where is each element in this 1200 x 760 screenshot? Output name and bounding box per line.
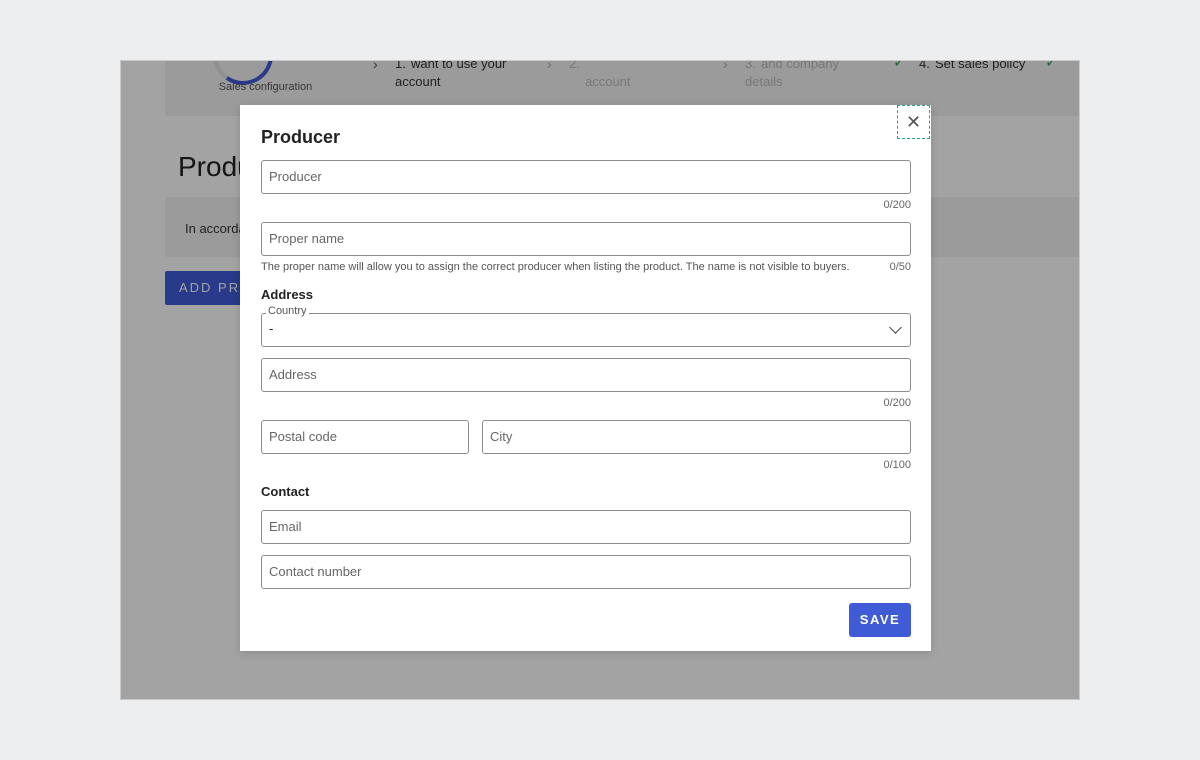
address-section-heading: Address — [261, 287, 314, 302]
chevron-down-icon — [889, 321, 902, 334]
producer-input[interactable]: Producer — [261, 160, 911, 194]
country-select[interactable]: - — [261, 313, 911, 347]
city-char-counter: 0/100 — [883, 459, 911, 471]
address-input[interactable]: Address — [261, 358, 911, 392]
close-icon: ✕ — [905, 111, 922, 132]
producer-dialog: Producer ✕ Producer 0/200 Proper name Th… — [240, 105, 931, 651]
save-button[interactable]: SAVE — [849, 603, 911, 637]
producer-char-counter: 0/200 — [883, 199, 911, 211]
address-char-counter: 0/200 — [883, 397, 911, 409]
dialog-title: Producer — [261, 127, 341, 147]
proper-name-helper-text: The proper name will allow you to assign… — [261, 261, 850, 273]
city-input[interactable]: City — [482, 420, 911, 454]
email-input[interactable]: Email — [261, 510, 911, 544]
proper-name-char-counter: 0/50 — [889, 261, 911, 273]
postal-code-input[interactable]: Postal code — [261, 420, 469, 454]
contact-number-input[interactable]: Contact number — [261, 555, 911, 589]
close-button[interactable]: ✕ — [897, 105, 930, 139]
contact-section-heading: Contact — [261, 484, 310, 499]
country-select-value: - — [269, 321, 274, 336]
proper-name-input[interactable]: Proper name — [261, 222, 911, 256]
country-select-label: Country — [266, 305, 309, 317]
